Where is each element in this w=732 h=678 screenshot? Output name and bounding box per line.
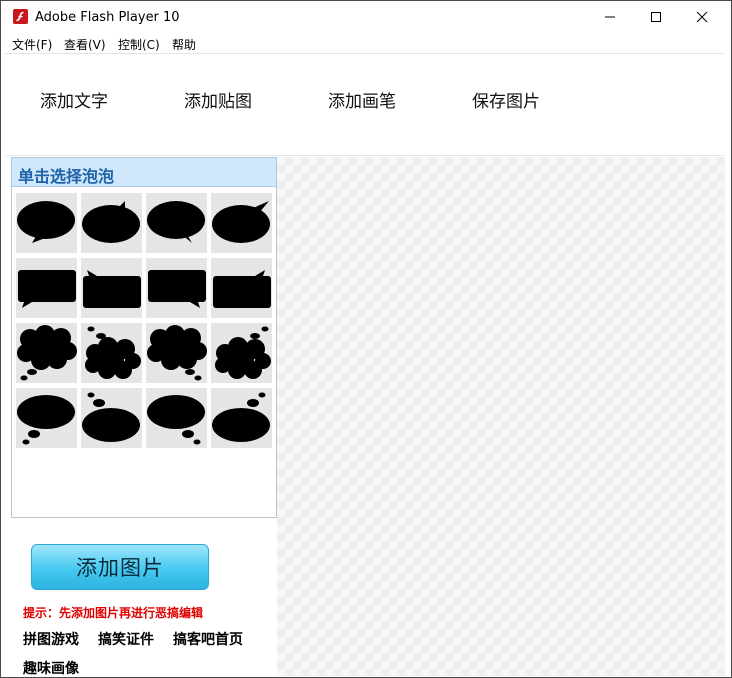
bubble-speech-round-3[interactable] <box>146 193 207 253</box>
bubble-picker-panel: 单击选择泡泡 <box>11 157 277 518</box>
bubble-thought-oval-4[interactable] <box>211 388 272 448</box>
add-sticker-button[interactable]: 添加贴图 <box>184 87 252 112</box>
thought-oval-icon <box>17 395 75 445</box>
rect-speech-bubble-icon <box>148 270 206 308</box>
link-fun-portrait[interactable]: 趣味画像 <box>23 658 79 678</box>
bubble-panel-header: 单击选择泡泡 <box>12 158 276 187</box>
speech-bubble-icon <box>82 201 140 243</box>
bubble-thought-oval-3[interactable] <box>146 388 207 448</box>
maximize-button[interactable] <box>633 1 679 33</box>
bubble-speech-rect-1[interactable] <box>16 258 77 318</box>
thought-cloud-icon <box>85 326 141 379</box>
thought-cloud-icon <box>17 325 77 381</box>
bubble-thought-cloud-3[interactable] <box>146 323 207 383</box>
thought-oval-icon <box>147 395 205 445</box>
speech-bubble-icon <box>147 201 205 243</box>
add-image-button[interactable]: 添加图片 <box>31 544 209 590</box>
bubble-thought-oval-2[interactable] <box>81 388 142 448</box>
flash-app-icon <box>13 9 28 24</box>
bubble-thought-cloud-4[interactable] <box>211 323 272 383</box>
flash-player-window: Adobe Flash Player 10 文件(F) 查看(V) 控制(C) … <box>0 0 732 678</box>
menu-help[interactable]: 帮助 <box>172 36 196 53</box>
editor-toolbar: 添加文字 添加贴图 添加画笔 保存图片 <box>5 54 725 156</box>
rect-speech-bubble-icon <box>213 270 271 308</box>
rect-speech-bubble-icon <box>83 270 141 308</box>
bubble-thought-oval-1[interactable] <box>16 388 77 448</box>
bubble-speech-round-4[interactable] <box>211 193 272 253</box>
bubble-speech-rect-4[interactable] <box>211 258 272 318</box>
thought-cloud-icon <box>215 326 271 379</box>
minimize-button[interactable] <box>587 1 633 33</box>
link-funny-id[interactable]: 搞笑证件 <box>98 629 154 649</box>
maximize-icon <box>651 12 661 22</box>
bubble-speech-round-1[interactable] <box>16 193 77 253</box>
bubble-speech-rect-2[interactable] <box>81 258 142 318</box>
menu-file[interactable]: 文件(F) <box>12 36 52 53</box>
link-gaoke-home[interactable]: 搞客吧首页 <box>173 629 243 649</box>
bubble-thought-cloud-1[interactable] <box>16 323 77 383</box>
image-canvas[interactable] <box>277 157 725 676</box>
rect-speech-bubble-icon <box>18 270 76 308</box>
menu-control[interactable]: 控制(C) <box>118 36 160 53</box>
speech-bubble-icon <box>17 201 75 243</box>
menu-view[interactable]: 查看(V) <box>64 36 106 53</box>
flash-stage: 添加文字 添加贴图 添加画笔 保存图片 单击选择泡泡 添加图片 提示：先添加图片… <box>5 53 725 678</box>
close-button[interactable] <box>679 1 725 33</box>
minimize-icon <box>605 16 615 18</box>
thought-oval-icon <box>82 392 140 442</box>
bubble-speech-rect-3[interactable] <box>146 258 207 318</box>
add-image-label: 添加图片 <box>76 556 164 580</box>
title-bar: Adobe Flash Player 10 <box>1 1 731 33</box>
add-text-button[interactable]: 添加文字 <box>40 87 108 112</box>
link-puzzle-game[interactable]: 拼图游戏 <box>23 629 79 649</box>
bubble-thought-cloud-2[interactable] <box>81 323 142 383</box>
window-title: Adobe Flash Player 10 <box>35 10 180 25</box>
save-image-button[interactable]: 保存图片 <box>472 87 540 112</box>
menu-bar: 文件(F) 查看(V) 控制(C) 帮助 <box>1 33 731 53</box>
bubble-speech-round-2[interactable] <box>81 193 142 253</box>
thought-oval-icon <box>212 392 270 442</box>
add-brush-button[interactable]: 添加画笔 <box>328 87 396 112</box>
bubble-panel-title: 单击选择泡泡 <box>18 167 115 186</box>
close-icon <box>696 11 708 23</box>
speech-bubble-icon <box>212 201 270 243</box>
thought-cloud-icon <box>147 325 207 381</box>
edit-tip-text: 提示：先添加图片再进行恶搞编辑 <box>23 606 204 620</box>
